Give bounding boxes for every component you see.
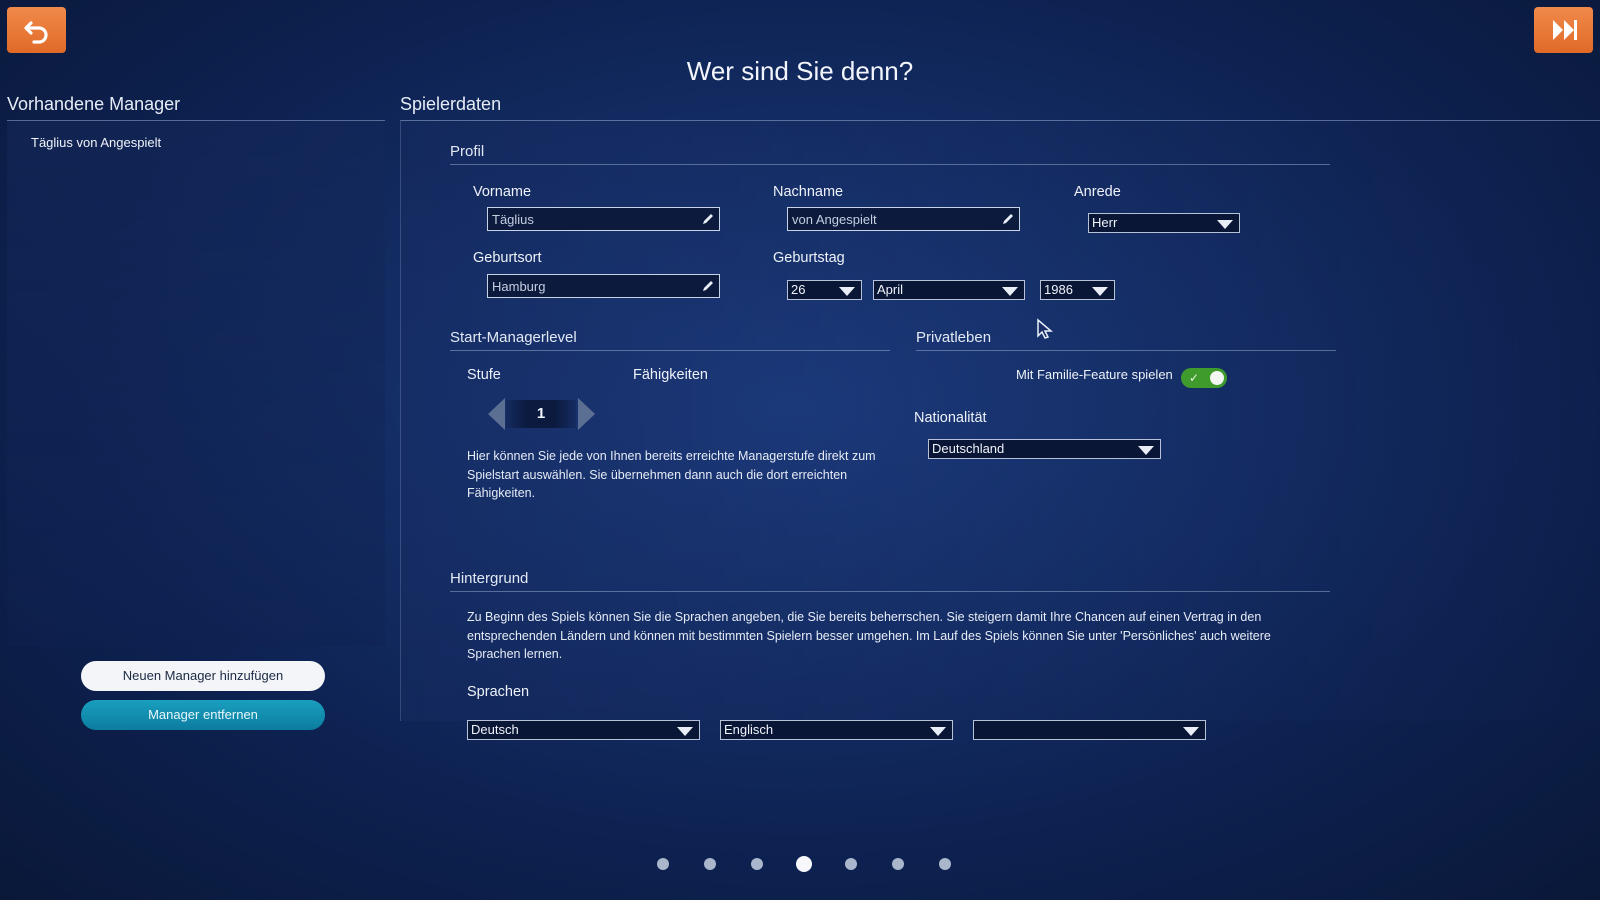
nationality-select[interactable]: Deutschland [928,439,1161,459]
player-data-heading: Spielerdaten [400,94,502,114]
existing-managers-heading: Vorhandene Manager [7,94,181,114]
firstname-label: Vorname [473,184,532,200]
birthday-label: Geburtstag [773,250,845,266]
pencil-icon [703,214,713,224]
salutation-value: Herr [1092,215,1118,230]
languages-label: Sprachen [467,684,530,700]
triangle-down-icon [1217,220,1233,229]
page-dot[interactable] [939,858,951,870]
manager-list: Täglius von Angespielt [7,120,385,646]
private-life-heading: Privatleben [916,329,1336,351]
level-decrease-button[interactable] [488,398,505,430]
page-title: Wer sind Sie denn? [686,56,914,86]
birth-day-select[interactable]: 26 [787,280,862,300]
undo-arrow-icon [23,21,48,44]
skills-label: Fähigkeiten [633,367,708,383]
level-description: Hier können Sie jede von Ihnen bereits e… [467,449,876,500]
profile-heading: Profil [450,143,1330,165]
birth-day-value: 26 [791,282,806,297]
page-dot[interactable] [892,858,904,870]
lastname-field[interactable]: von Angespielt [787,207,1020,231]
fast-forward-icon [1552,20,1577,40]
check-icon: ✓ [1189,371,1200,385]
birth-month-select[interactable]: April [873,280,1025,300]
birthplace-label: Geburtsort [473,250,542,266]
nationality-value: Deutschland [932,441,1005,456]
triangle-down-icon [677,727,693,736]
triangle-down-icon [930,727,946,736]
language-value-1: Deutsch [471,722,519,737]
add-manager-button[interactable]: Neuen Manager hinzufügen [81,661,325,691]
remove-manager-button[interactable]: Manager entfernen [81,700,325,730]
page-dot[interactable] [796,856,812,872]
list-item[interactable]: Täglius von Angespielt [31,135,161,150]
page-dot[interactable] [704,858,716,870]
triangle-down-icon [1002,287,1018,296]
birth-year-value: 1986 [1044,282,1073,297]
salutation-select[interactable]: Herr [1088,213,1240,233]
lastname-label: Nachname [773,184,844,200]
lastname-value: von Angespielt [792,212,877,227]
pencil-icon [703,281,713,291]
firstname-value: Täglius [492,212,534,227]
start-level-heading: Start-Managerlevel [450,329,890,351]
triangle-down-icon [1092,287,1108,296]
language-select-2[interactable]: Englisch [720,720,953,740]
language-select-1[interactable]: Deutsch [467,720,700,740]
pencil-icon [1003,214,1013,224]
toggle-knob [1210,371,1224,385]
nationality-label: Nationalität [914,410,987,426]
triangle-down-icon [1138,446,1154,455]
family-feature-label: Mit Familie-Feature spielen [1016,367,1173,382]
salutation-label: Anrede [1074,184,1121,200]
page-dot[interactable] [845,858,857,870]
stage-label: Stufe [467,367,501,383]
birthplace-value: Hamburg [492,279,546,294]
triangle-down-icon [1183,727,1199,736]
language-select-3[interactable] [973,720,1206,740]
background-description: Zu Beginn des Spiels können Sie die Spra… [467,610,1271,661]
level-increase-button[interactable] [578,398,595,430]
family-feature-toggle[interactable]: ✓ [1181,368,1227,388]
continue-button[interactable] [1534,7,1593,53]
birthplace-field[interactable]: Hamburg [487,274,720,298]
background-heading: Hintergrund [450,570,1330,592]
birth-year-select[interactable]: 1986 [1040,280,1115,300]
triangle-down-icon [839,287,855,296]
page-dot[interactable] [751,858,763,870]
page-dot[interactable] [657,858,669,870]
language-value-2: Englisch [724,722,774,737]
firstname-field[interactable]: Täglius [487,207,720,231]
mouse-cursor-icon [1037,318,1054,339]
birth-month-value: April [877,282,904,297]
back-button[interactable] [7,7,66,53]
level-value: 1 [506,400,576,428]
